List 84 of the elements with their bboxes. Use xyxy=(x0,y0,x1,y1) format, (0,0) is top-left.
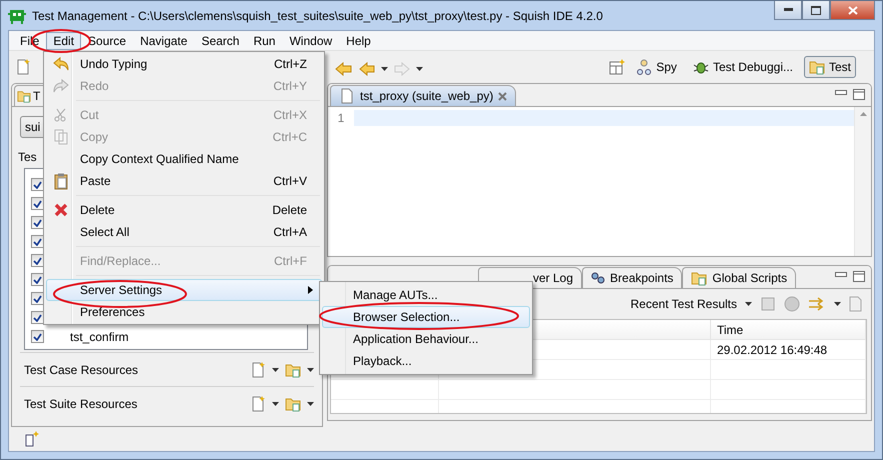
new-folder-icon[interactable] xyxy=(285,396,301,412)
caret-icon[interactable] xyxy=(272,368,279,372)
menu-item[interactable]: Server Settings xyxy=(46,279,322,301)
scroll-up-arrow-icon[interactable] xyxy=(860,112,866,116)
window-title: Test Management - C:\Users\clemens\squish_test_suites\suite_web_py\tst_proxy\test.py - Squish IDE 4.2.0 xyxy=(32,8,603,22)
caret-icon[interactable] xyxy=(834,302,841,306)
caret-icon[interactable] xyxy=(416,67,423,71)
checkbox[interactable] xyxy=(31,273,44,286)
checkbox[interactable] xyxy=(31,178,44,191)
perspective-button[interactable]: Test Debuggi... xyxy=(688,56,798,78)
scrollbar[interactable] xyxy=(854,107,871,256)
maximize-icon[interactable] xyxy=(853,89,865,100)
new-folder-icon[interactable] xyxy=(285,362,301,378)
menu-item[interactable]: Edit xyxy=(46,32,82,50)
people-icon xyxy=(636,59,652,75)
menu-item[interactable]: Undo Typing Ctrl+Z xyxy=(46,53,322,75)
view-tab[interactable]: Global Scripts xyxy=(682,267,796,288)
folder-icon[interactable] xyxy=(691,270,708,286)
folder-icon[interactable] xyxy=(808,59,825,75)
menu-item[interactable]: Navigate xyxy=(133,32,194,50)
scissors-icon xyxy=(54,108,68,122)
line-number: 1 xyxy=(336,111,346,125)
caret-icon[interactable] xyxy=(381,67,388,71)
column-header[interactable]: Time xyxy=(711,320,866,340)
delete-icon xyxy=(54,203,68,217)
test-case-label[interactable]: tst_confirm xyxy=(70,330,129,344)
back-arrow-icon[interactable] xyxy=(359,62,375,76)
new-file-icon[interactable] xyxy=(250,362,266,378)
section-title: Test Case Resources xyxy=(24,362,138,376)
menu-item[interactable]: Run xyxy=(246,32,282,50)
new-file-icon[interactable] xyxy=(250,396,266,412)
copy-icon xyxy=(54,129,68,145)
caret-icon[interactable] xyxy=(272,402,279,406)
menu-item[interactable]: Paste Ctrl+V xyxy=(46,170,322,192)
caret-icon[interactable] xyxy=(745,302,752,306)
undo-icon xyxy=(52,56,70,72)
minimize-button[interactable] xyxy=(774,1,802,20)
caret-icon[interactable] xyxy=(307,368,314,372)
checkbox[interactable] xyxy=(31,292,44,305)
close-button[interactable] xyxy=(830,1,875,20)
menu-item[interactable]: Help xyxy=(339,32,378,50)
checkbox[interactable] xyxy=(31,254,44,267)
caret-icon[interactable] xyxy=(307,402,314,406)
new-view-icon[interactable] xyxy=(25,431,39,447)
editor-tab[interactable]: tst_proxy (suite_web_py) xyxy=(330,85,516,106)
close-icon xyxy=(848,6,858,14)
menu-item[interactable]: Search xyxy=(194,32,246,50)
new-perspective-icon[interactable] xyxy=(609,59,626,75)
close-icon[interactable] xyxy=(498,92,508,100)
menu-item[interactable]: Browser Selection... xyxy=(322,306,530,328)
perspective-button[interactable]: Test xyxy=(804,56,856,78)
menu-item[interactable]: Copy Context Qualified Name xyxy=(46,148,322,170)
app-logo-icon xyxy=(8,8,26,24)
clipboard-icon xyxy=(54,172,68,190)
minimize-icon[interactable] xyxy=(835,272,847,278)
view-tab[interactable]: Breakpoints xyxy=(582,267,682,288)
menu-item[interactable]: Preferences xyxy=(46,301,322,323)
perspective-button[interactable]: Spy xyxy=(631,56,682,78)
maximize-button[interactable] xyxy=(802,1,830,20)
new-file-icon[interactable] xyxy=(15,59,31,75)
folder-icon xyxy=(17,89,31,103)
section-title: Test Suite Resources xyxy=(24,396,138,410)
breakpoint-icon xyxy=(591,272,606,284)
table-cell: 29.02.2012 16:49:48 xyxy=(711,340,866,360)
menu-item[interactable]: Application Behaviour... xyxy=(322,328,530,350)
results-dropdown[interactable]: Recent Test Results xyxy=(630,297,737,311)
back-arrow-icon[interactable] xyxy=(335,62,353,76)
checkbox[interactable] xyxy=(31,330,44,343)
menu-item[interactable]: Window xyxy=(282,32,340,50)
document-icon[interactable] xyxy=(339,88,355,104)
maximize-icon xyxy=(811,6,821,14)
menu-item[interactable]: Delete Delete xyxy=(46,199,322,221)
minimize-icon[interactable] xyxy=(835,90,847,96)
menu-item[interactable]: Playback... xyxy=(322,350,530,372)
minimize-icon xyxy=(784,8,792,12)
list-label: Tes xyxy=(18,150,37,164)
checkbox[interactable] xyxy=(31,197,44,210)
checkbox[interactable] xyxy=(31,311,44,324)
maximize-icon[interactable] xyxy=(853,271,865,282)
redo-icon xyxy=(52,78,70,94)
checkbox[interactable] xyxy=(31,216,44,229)
checkbox[interactable] xyxy=(31,235,44,248)
menu-item[interactable]: Select All Ctrl+A xyxy=(46,221,322,243)
submenu-arrow-icon xyxy=(308,286,313,294)
